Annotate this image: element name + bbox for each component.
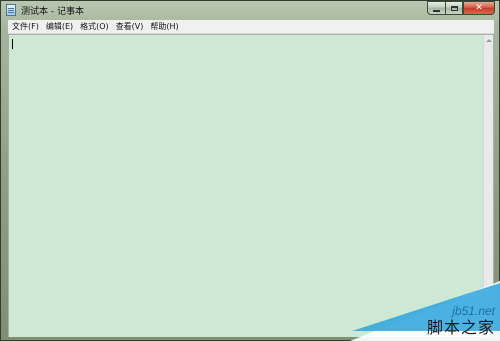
notepad-app-icon[interactable] bbox=[6, 4, 16, 16]
maximize-button[interactable] bbox=[445, 1, 463, 15]
minimize-button[interactable] bbox=[427, 1, 445, 15]
scroll-up-arrow-icon bbox=[485, 38, 492, 42]
minimize-icon bbox=[433, 9, 440, 12]
menu-bar: 文件(F) 编辑(E) 格式(O) 查看(V) 帮助(H) bbox=[8, 20, 494, 34]
window-title: 测试本 - 记事本 bbox=[21, 7, 84, 17]
scroll-up-button[interactable] bbox=[484, 35, 493, 45]
menu-format[interactable]: 格式(O) bbox=[77, 21, 112, 32]
close-button[interactable]: ✕ bbox=[463, 1, 495, 15]
close-icon: ✕ bbox=[475, 2, 483, 13]
menu-view[interactable]: 查看(V) bbox=[113, 21, 147, 32]
menu-file[interactable]: 文件(F) bbox=[9, 21, 42, 32]
maximize-icon bbox=[450, 5, 458, 11]
watermark-name: 脚本之家 bbox=[426, 318, 495, 337]
caption-buttons: ✕ bbox=[427, 1, 495, 15]
menu-edit[interactable]: 编辑(E) bbox=[43, 21, 76, 32]
menu-help[interactable]: 帮助(H) bbox=[147, 21, 181, 32]
title-bar[interactable]: 测试本 - 记事本 ✕ bbox=[1, 1, 499, 20]
site-watermark: jb51.net 脚本之家 bbox=[340, 271, 500, 341]
text-caret bbox=[12, 39, 13, 49]
